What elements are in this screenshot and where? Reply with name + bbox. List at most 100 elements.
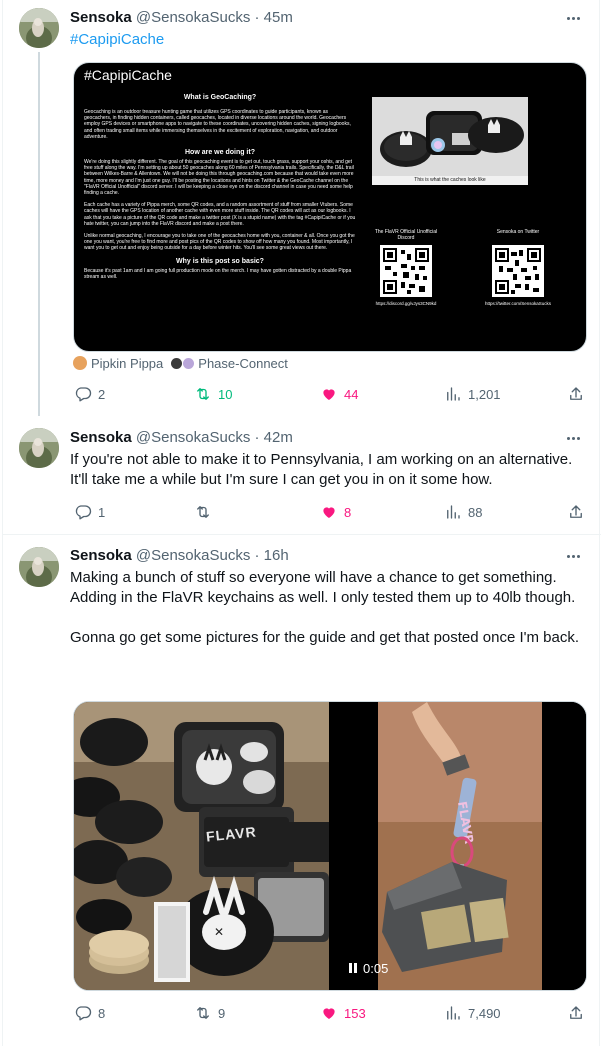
qr2-code [492,245,544,297]
qr1-url: https://discord.gg/vJys3CN9kd [375,301,437,306]
views-icon [447,387,460,401]
like-button[interactable]: 8 [320,502,351,522]
each-text: Each cache has a variety of Pippa merch,… [84,202,356,227]
retweet-button[interactable]: 10 [194,384,232,404]
what-text: Geocaching is an outdoor treasure huntin… [84,109,351,140]
heart-icon [323,507,335,518]
image-title: #CapipiCache [84,67,172,83]
avatar[interactable] [19,547,59,587]
author-handle[interactable]: @SensokaSucks [136,429,250,446]
thread-line [38,52,40,416]
share-icon [570,387,582,400]
reply-button[interactable]: 2 [74,384,105,404]
retweet-icon [197,1007,209,1019]
reply-count: 1 [98,504,106,520]
retweet-button[interactable] [194,502,218,522]
tagged-users[interactable]: Pipkin Pippa Phase-Connect [73,355,288,371]
timeline-column: Sensoka @SensokaSucks · 45m #CapipiCache… [2,0,601,1046]
tweet-time[interactable]: 16h [264,547,289,564]
heart-icon [323,389,335,400]
tweet-header: Sensoka @SensokaSucks · 42m [70,428,293,448]
reply-count: 2 [98,386,106,402]
tweet-image[interactable]: #CapipiCache What is GeoCaching? Geocach… [73,62,587,352]
svg-text:✕: ✕ [214,925,224,939]
tweet-text-paragraph: Gonna go get some pictures for the guide… [70,629,580,646]
tweet-3[interactable]: Sensoka @SensokaSucks · 16h Making a bun… [3,535,601,1046]
views-count: 1,201 [468,386,501,402]
views-count: 88 [468,504,483,520]
retweet-icon [197,506,209,518]
how-text: We're doing this slightly different. The… [84,159,354,197]
heart-icon [323,1008,335,1019]
separator-dot: · [254,547,260,564]
more-icon[interactable] [563,428,583,448]
like-count: 8 [344,504,352,520]
video-time: 0:05 [363,960,389,976]
tagged-user[interactable]: Pipkin Pippa [91,356,163,371]
tweet-time[interactable]: 42m [264,429,293,446]
tweet-text: If you're not able to make it to Pennsyl… [70,451,573,488]
author-name[interactable]: Sensoka [70,9,132,26]
separator-dot: · [254,429,260,446]
what-heading: What is GeoCaching? [183,94,257,101]
like-count: 153 [344,1005,366,1021]
author-handle[interactable]: @SensokaSucks [136,9,250,26]
like-button[interactable]: 44 [320,384,358,404]
views-count: 7,490 [468,1005,501,1021]
tweet-actions: 1 8 88 [70,502,590,522]
tweet-text-paragraph: Making a bunch of stuff so everyone will… [70,569,576,606]
tag-avatar-icon [73,356,87,370]
qr2-title: Sensoka on Twitter [496,229,540,235]
views-button[interactable]: 7,490 [444,1003,501,1023]
tweet-header: Sensoka @SensokaSucks · 45m [70,8,293,28]
views-button[interactable]: 88 [444,502,482,522]
views-icon [447,1006,460,1020]
more-icon[interactable] [563,8,583,28]
retweet-icon [197,388,209,400]
author-name[interactable]: Sensoka [70,547,132,564]
tweet-actions: 2 10 44 1,201 [70,384,590,404]
reply-button[interactable]: 1 [74,502,105,522]
share-button[interactable] [567,1003,585,1023]
qr1-title: The FlaVR Official Unofficial Discord [374,229,438,241]
why-text: Because it's past 1am and I am going ful… [84,267,352,280]
author-handle[interactable]: @SensokaSucks [136,547,250,564]
tweet-1[interactable]: Sensoka @SensokaSucks · 45m #CapipiCache… [3,0,601,416]
views-button[interactable]: 1,201 [444,384,501,404]
video-timestamp: 0:05 [345,958,392,978]
reply-icon [75,1006,92,1021]
media-grid: ✕ FLAVR FLAVR 0:05 [73,701,587,991]
avatar[interactable] [19,428,59,468]
avatar[interactable] [19,8,59,48]
like-button[interactable]: 153 [320,1003,366,1023]
why-heading: Why is this post so basic? [176,257,264,265]
tweet-video[interactable]: FLAVR 0:05 [332,702,586,990]
more-icon[interactable] [563,546,583,566]
share-button[interactable] [567,384,585,404]
tweet-time[interactable]: 45m [264,9,293,26]
tweet-text: #CapipiCache [70,30,590,50]
how-heading: How are we doing it? [184,149,255,157]
separator-dot: · [254,9,260,26]
views-icon [447,505,460,519]
pause-icon[interactable] [349,963,357,973]
tagged-user[interactable]: Phase-Connect [198,356,288,371]
retweet-button[interactable]: 9 [194,1003,225,1023]
share-icon [570,1006,582,1019]
retweet-count: 10 [218,386,233,402]
tweet-photo[interactable]: ✕ FLAVR [74,702,329,990]
author-name[interactable]: Sensoka [70,429,132,446]
reply-icon [75,505,92,520]
share-icon [570,505,582,518]
qr1-code [380,245,432,297]
retweet-count: 9 [218,1005,226,1021]
hashtag-link[interactable]: #CapipiCache [70,31,164,48]
qr2-url: https://twitter.com/SensokaSucks [484,301,552,306]
caches-photo: This is what the caches look like [372,97,528,185]
tag-avatar-icon [171,357,195,369]
tweet-header: Sensoka @SensokaSucks · 16h [70,546,289,566]
tweet-2[interactable]: Sensoka @SensokaSucks · 42m If you're no… [3,416,601,534]
reply-button[interactable]: 8 [74,1003,105,1023]
share-button[interactable] [567,502,585,522]
tweet-actions: 8 9 153 7,490 [70,1003,590,1023]
